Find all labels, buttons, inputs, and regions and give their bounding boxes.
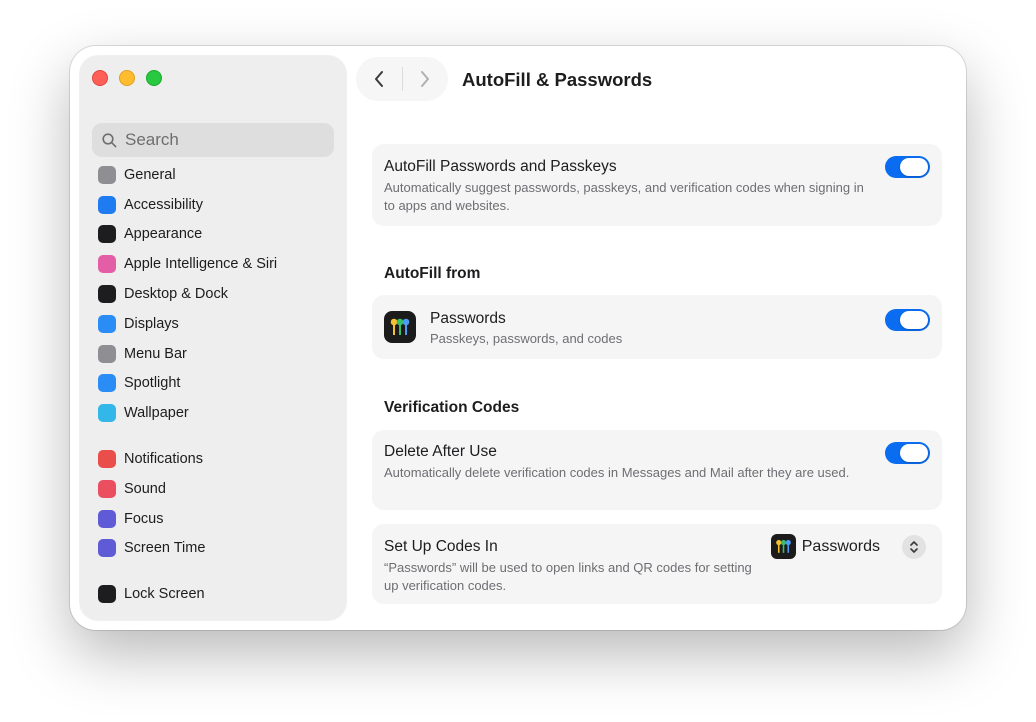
page-title: AutoFill & Passwords	[462, 69, 653, 90]
forward-button[interactable]	[402, 58, 447, 100]
sidebar-item-label: Displays	[124, 315, 179, 332]
keys-icon	[390, 318, 410, 335]
setup-codes-title: Set Up Codes In	[384, 538, 498, 555]
sidebar-item-label: Notifications	[124, 451, 203, 468]
apple-intelligence-icon	[98, 255, 116, 274]
sidebar-nav: General Accessibility Appearance Apple Inte…	[98, 160, 338, 609]
sidebar-item-menu-bar[interactable]: Menu Bar	[98, 339, 338, 369]
settings-window: Search General Accessibility Appearance App…	[70, 46, 966, 630]
sound-icon	[98, 479, 116, 498]
sidebar-item-screen-time[interactable]: Screen Time	[98, 534, 338, 564]
sidebar-item-label: Menu Bar	[124, 345, 187, 362]
spotlight-icon	[98, 374, 116, 393]
sidebar-item-wallpaper[interactable]: Wallpaper	[98, 398, 338, 428]
autofill-description: Automatically suggest passwords, passkey…	[384, 180, 864, 213]
autofill-card: AutoFill Passwords and Passkeys Automati…	[372, 144, 942, 226]
sidebar-item-label: Appearance	[124, 226, 203, 243]
sidebar-item-notifications[interactable]: Notifications	[98, 444, 338, 474]
sidebar-item-label: Screen Time	[124, 540, 206, 557]
passwords-app-description: Passkeys, passwords, and codes	[430, 331, 623, 346]
autofill-from-heading: AutoFill from	[384, 265, 481, 282]
gear-icon	[98, 165, 116, 184]
navigation-buttons	[357, 58, 447, 100]
delete-after-use-description: Automatically delete verification codes …	[384, 465, 850, 480]
passwords-app-icon	[384, 311, 416, 343]
autofill-from-card: Passwords Passkeys, passwords, and codes	[372, 295, 942, 359]
search-placeholder: Search	[125, 130, 179, 149]
appearance-icon	[98, 225, 116, 244]
setup-codes-description: “Passwords” will be used to open links a…	[384, 560, 752, 593]
keys-icon	[775, 539, 791, 553]
screen-time-icon	[98, 539, 116, 558]
popup-stepper[interactable]	[902, 534, 926, 559]
minimize-button[interactable]	[119, 70, 135, 86]
sidebar-item-label: Accessibility	[124, 196, 203, 213]
sidebar: Search General Accessibility Appearance App…	[80, 56, 346, 620]
maximize-button[interactable]	[146, 70, 162, 86]
chevron-left-icon	[375, 71, 384, 87]
sidebar-item-accessibility[interactable]: Accessibility	[98, 190, 338, 220]
passwords-toggle[interactable]	[885, 309, 930, 331]
close-button[interactable]	[92, 70, 108, 86]
window-controls	[92, 70, 162, 86]
passwords-app-name: Passwords	[430, 310, 506, 327]
sidebar-item-label: Lock Screen	[124, 586, 205, 603]
focus-icon	[98, 509, 116, 528]
sidebar-item-label: Focus	[124, 510, 164, 527]
sidebar-group-spacer	[98, 428, 338, 444]
sidebar-item-label: Spotlight	[124, 375, 181, 392]
autofill-toggle[interactable]	[885, 156, 930, 178]
sidebar-item-general[interactable]: General	[98, 160, 338, 190]
sidebar-group-spacer	[98, 563, 338, 579]
delete-after-use-card: Delete After Use Automatically delete ve…	[372, 430, 942, 510]
displays-icon	[98, 314, 116, 333]
desktop-dock-icon	[98, 285, 116, 304]
chevron-up-down-icon	[910, 540, 918, 553]
sidebar-item-label: Wallpaper	[124, 405, 189, 422]
sidebar-item-label: Sound	[124, 480, 166, 497]
search-input[interactable]: Search	[92, 123, 334, 157]
sidebar-item-sound[interactable]: Sound	[98, 474, 338, 504]
sidebar-item-label: Desktop & Dock	[124, 286, 228, 303]
lock-icon	[98, 585, 116, 604]
verification-codes-heading: Verification Codes	[384, 399, 520, 416]
sidebar-item-apple-intelligence-siri[interactable]: Apple Intelligence & Siri	[98, 249, 338, 279]
setup-codes-value: Passwords	[801, 537, 880, 555]
notifications-icon	[98, 450, 116, 469]
sidebar-item-lock-screen[interactable]: Lock Screen	[98, 579, 338, 609]
sidebar-item-label: General	[124, 166, 176, 183]
sidebar-item-label: Apple Intelligence & Siri	[124, 256, 278, 273]
delete-after-use-title: Delete After Use	[384, 443, 497, 460]
accessibility-icon	[98, 195, 116, 214]
sidebar-item-spotlight[interactable]: Spotlight	[98, 369, 338, 399]
sidebar-item-appearance[interactable]: Appearance	[98, 220, 338, 250]
wallpaper-icon	[98, 404, 116, 423]
menu-bar-icon	[98, 344, 116, 363]
delete-after-use-toggle[interactable]	[885, 442, 930, 464]
sidebar-item-desktop-dock[interactable]: Desktop & Dock	[98, 279, 338, 309]
search-icon	[102, 132, 117, 147]
setup-codes-popup[interactable]: Passwords	[770, 534, 926, 559]
autofill-title: AutoFill Passwords and Passkeys	[384, 158, 617, 175]
setup-codes-card: Set Up Codes In “Passwords” will be used…	[372, 524, 942, 604]
passwords-app-icon	[770, 534, 796, 559]
sidebar-item-displays[interactable]: Displays	[98, 309, 338, 339]
sidebar-item-focus[interactable]: Focus	[98, 504, 338, 534]
chevron-right-icon	[420, 71, 429, 87]
back-button[interactable]	[357, 58, 402, 100]
